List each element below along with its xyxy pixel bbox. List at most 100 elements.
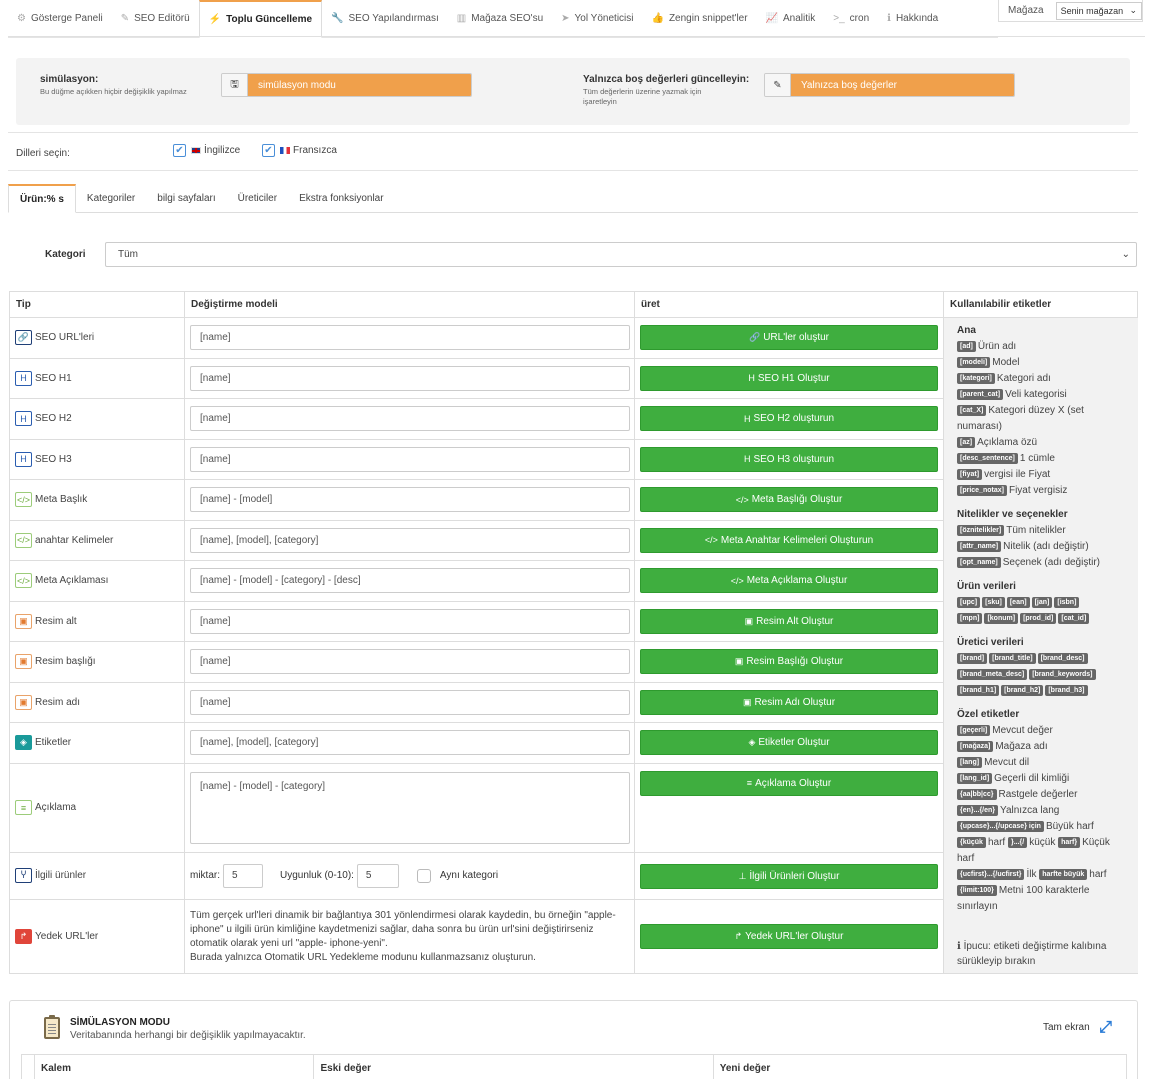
tag-badge[interactable]: {upcase}...{/upcase} için xyxy=(957,820,1044,832)
nav-item-6[interactable]: 👍 Zengin snippet'ler xyxy=(642,0,756,37)
tag-badge[interactable]: [price_notax] xyxy=(957,484,1007,496)
tag-badge[interactable]: [isbn] xyxy=(1054,596,1080,608)
tag-badge[interactable]: {aa|bb|cc} xyxy=(957,788,997,800)
nav-item-8[interactable]: >_ cron xyxy=(824,0,878,37)
tag-badge[interactable]: [mpn] xyxy=(957,612,983,624)
tag-badge[interactable]: [cat_X] xyxy=(957,404,987,416)
pattern-input[interactable]: [name] - [model] - [category] - [desc] xyxy=(190,568,630,593)
generate-description-button[interactable]: ≡ Açıklama Oluştur xyxy=(640,770,938,796)
tag-badge[interactable]: [sku] xyxy=(982,596,1005,608)
tag-badge[interactable]: }...{/ xyxy=(1007,836,1028,848)
generate-button[interactable]: H SEO H3 oluşturun xyxy=(640,446,938,472)
tag-badge[interactable]: {ucfirst}...{/ucfirst} xyxy=(957,868,1025,880)
generate-button[interactable]: ◈ Etiketler Oluştur xyxy=(640,730,938,755)
tag-badge[interactable]: harfte büyük xyxy=(1039,868,1088,880)
generate-button[interactable]: ▣ Resim Başlığı Oluştur xyxy=(640,649,938,674)
pattern-input[interactable]: [name] xyxy=(190,365,630,391)
tag-badge[interactable]: [kategori] xyxy=(957,372,995,384)
tag-badge[interactable]: {en}...{/en} xyxy=(957,804,999,816)
tag-badge[interactable]: [fiyat] xyxy=(957,468,983,480)
relevance-input[interactable]: 5 xyxy=(356,863,399,888)
store-select[interactable]: Senin mağazan ⌄ xyxy=(1055,1,1142,20)
fullscreen-icon[interactable]: ⤢ xyxy=(1097,1019,1114,1036)
nav-item-0[interactable]: ⚙ Gösterge Paneli xyxy=(8,0,112,37)
nav-item-3[interactable]: 🔧 SEO Yapılandırması xyxy=(322,0,448,37)
tag-badge[interactable]: [brand_h2] xyxy=(1001,684,1044,696)
nav-item-4[interactable]: ▥ Mağaza SEO'su xyxy=(448,0,552,37)
tab-info-pages[interactable]: bilgi sayfaları xyxy=(146,184,226,212)
tag-badge[interactable]: [prod_id] xyxy=(1020,612,1057,624)
tag-badge[interactable]: [desc_sentence] xyxy=(957,452,1018,464)
pattern-input[interactable]: [name] xyxy=(190,325,630,350)
tag-badge[interactable]: [konum] xyxy=(984,612,1019,624)
nav-item-1[interactable]: ✎ SEO Editörü xyxy=(112,0,199,37)
tag-badge[interactable]: [ean] xyxy=(1006,596,1030,608)
generate-button-label: SEO H2 oluşturun xyxy=(753,413,835,424)
pattern-input[interactable]: [name] xyxy=(190,689,630,715)
tag-badge[interactable]: [lang_id] xyxy=(957,772,993,784)
quantity-input[interactable]: 5 xyxy=(223,863,263,888)
tab-categories[interactable]: Kategoriler xyxy=(76,184,146,212)
tag-badge[interactable]: [brand] xyxy=(957,652,988,664)
fullscreen-label[interactable]: Tam ekran xyxy=(1043,1022,1090,1033)
pattern-input[interactable]: [name], [model], [category] xyxy=(190,730,630,755)
tag-badge[interactable]: {limit:100} xyxy=(957,884,997,896)
description-textarea[interactable]: [name] - [model] - [category] xyxy=(190,771,630,844)
generate-related-button[interactable]: ⊥ İlgili Ürünleri Oluştur xyxy=(640,863,938,889)
language-en[interactable]: ✔ İngilizce xyxy=(173,144,240,157)
generate-button[interactable]: H SEO H1 Oluştur xyxy=(640,365,938,391)
tag-badge[interactable]: [opt_name] xyxy=(957,556,1001,568)
checkbox-checked-icon[interactable]: ✔ xyxy=(262,144,275,157)
tag-badge[interactable]: [upc] xyxy=(957,596,981,608)
language-fr[interactable]: ✔ Fransızca xyxy=(262,144,337,157)
simulation-mode-button[interactable]: 🖫 simülasyon modu xyxy=(221,73,472,97)
pattern-input[interactable]: [name] xyxy=(190,446,630,472)
tag-badge[interactable]: [cat_id] xyxy=(1058,612,1090,624)
same-category-checkbox[interactable] xyxy=(416,868,431,883)
tag-badge[interactable]: [jan] xyxy=(1031,596,1053,608)
tag-badge[interactable]: [brand_h3] xyxy=(1045,684,1088,696)
pattern-input[interactable]: [name] - [model] xyxy=(190,487,630,512)
generate-button[interactable]: ▣ Resim Adı Oluştur xyxy=(640,689,938,715)
checkbox-checked-icon[interactable]: ✔ xyxy=(173,144,186,157)
row-related-cell: miktar: 5 Uygunluk (0-10): 5 Aynı kategori xyxy=(184,852,634,899)
generate-button[interactable]: H SEO H2 oluşturun xyxy=(640,406,938,431)
tag-badge[interactable]: [brand_meta_desc] xyxy=(957,668,1028,680)
generate-button[interactable]: </> Meta Başlığı Oluştur xyxy=(640,487,938,512)
pattern-input[interactable]: [name] xyxy=(190,406,630,431)
tab-products[interactable]: Ürün:% s xyxy=(8,184,76,213)
row-generate-cell: ◈ Etiketler Oluştur xyxy=(634,723,943,763)
tag-badge[interactable]: [brand_h1] xyxy=(957,684,1000,696)
empty-only-button[interactable]: ✎ Yalnızca boş değerler xyxy=(764,73,1015,97)
generate-button[interactable]: 🔗 URL'ler oluştur xyxy=(640,325,938,350)
generate-button[interactable]: </> Meta Anahtar Kelimeleri Oluşturun xyxy=(640,527,938,553)
tag-badge[interactable]: [lang] xyxy=(957,756,983,768)
tag-badge[interactable]: [modeli] xyxy=(957,356,991,368)
tag-badge[interactable]: [brand_keywords] xyxy=(1029,668,1096,680)
tag-badge[interactable]: [öznitelikler] xyxy=(957,524,1005,536)
pattern-input[interactable]: [name] xyxy=(190,608,630,634)
tag-badge[interactable]: [brand_title] xyxy=(989,652,1036,664)
nav-item-5[interactable]: ➤ Yol Yöneticisi xyxy=(552,0,642,37)
pattern-input[interactable]: [name], [model], [category] xyxy=(190,527,630,553)
generate-button[interactable]: </> Meta Açıklama Oluştur xyxy=(640,568,938,593)
tag-badge[interactable]: harf} xyxy=(1058,836,1081,848)
generate-backup-button[interactable]: ↱ Yedek URL'ler Oluştur xyxy=(640,923,938,949)
category-select[interactable]: Tüm ⌄ xyxy=(105,242,1137,267)
generate-button[interactable]: ▣ Resim Alt Oluştur xyxy=(640,608,938,634)
tab-manufacturers[interactable]: Üreticiler xyxy=(227,184,288,212)
nav-item-2[interactable]: ⚡ Toplu Güncelleme xyxy=(198,0,323,38)
tag-badge[interactable]: [az] xyxy=(957,436,976,448)
tag-badge[interactable]: [geçerli] xyxy=(957,724,991,736)
tag-badge[interactable]: [mağaza] xyxy=(957,740,994,752)
tag-badge[interactable]: [brand_desc] xyxy=(1037,652,1088,664)
nav-item-7[interactable]: 📈 Analitik xyxy=(757,0,825,37)
table-row: ≡ Açıklama [name] - [model] - [category] ≡ A… xyxy=(10,762,943,852)
tab-extra-functions[interactable]: Ekstra fonksiyonlar xyxy=(288,184,394,212)
tag-badge[interactable]: {küçük xyxy=(957,836,986,848)
pattern-input[interactable]: [name] xyxy=(190,649,630,674)
nav-item-9[interactable]: ℹ Hakkında xyxy=(878,0,947,37)
tag-badge[interactable]: [parent_cat] xyxy=(957,388,1004,400)
tag-badge[interactable]: [attr_name] xyxy=(957,540,1002,552)
tag-badge[interactable]: [ad] xyxy=(957,340,976,352)
